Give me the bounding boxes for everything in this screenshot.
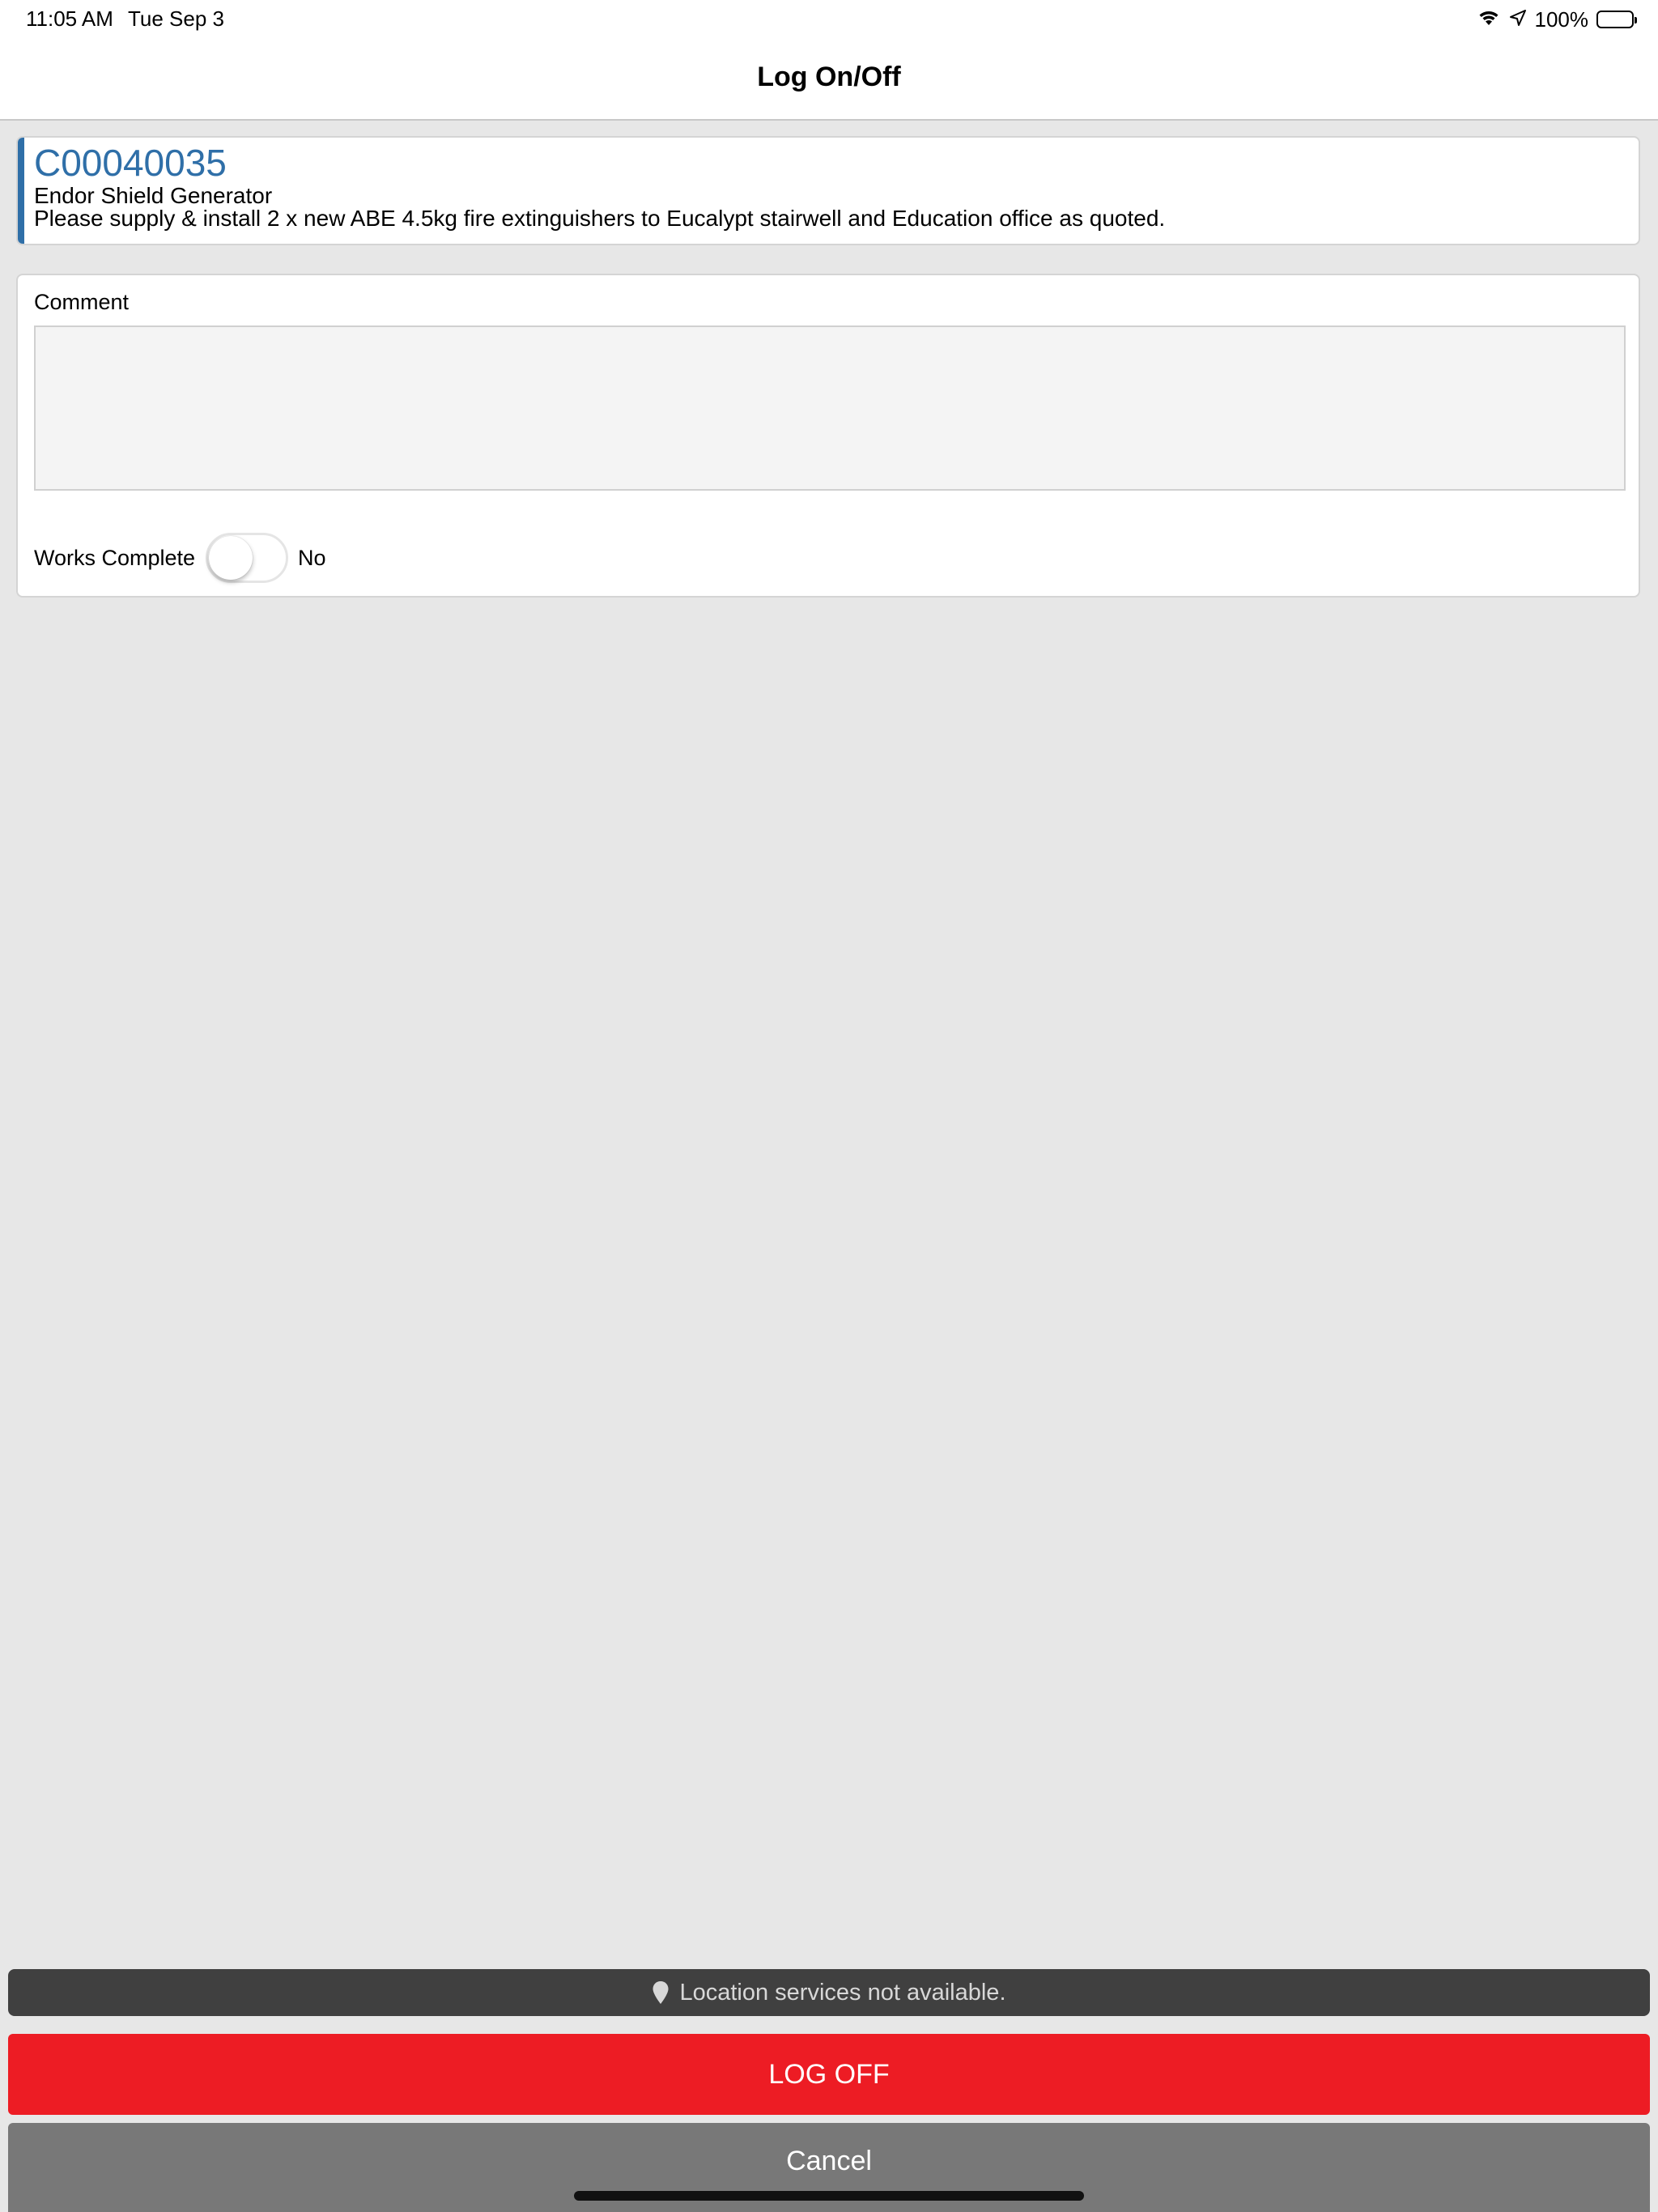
page-title: Log On/Off: [757, 62, 901, 92]
wifi-icon: [1477, 7, 1501, 32]
battery-icon: [1596, 11, 1637, 28]
location-status-text: Location services not available.: [679, 1979, 1006, 2006]
toggle-knob: [209, 536, 253, 580]
map-pin-icon: [652, 1980, 670, 2005]
nav-bar: Log On/Off: [0, 39, 1658, 121]
job-code: C00040035: [34, 142, 227, 184]
home-indicator: [574, 2191, 1084, 2201]
comment-card: Comment Works Complete No: [16, 274, 1640, 598]
status-date: Tue Sep 3: [128, 6, 225, 31]
status-indicators: 100%: [1477, 6, 1637, 32]
works-complete-label: Works Complete: [34, 546, 196, 570]
job-card: C00040035 Endor Shield Generator Please …: [16, 136, 1640, 245]
job-description: Please supply & install 2 x new ABE 4.5k…: [34, 206, 1166, 231]
comment-input[interactable]: [34, 325, 1626, 491]
location-status-banner: Location services not available.: [8, 1969, 1650, 2016]
works-complete-value: No: [298, 546, 326, 570]
location-arrow-icon: [1509, 7, 1527, 32]
log-off-button[interactable]: LOG OFF: [8, 2034, 1650, 2115]
status-time: 11:05 AM: [26, 6, 113, 31]
battery-percent: 100%: [1534, 6, 1589, 32]
works-complete-toggle[interactable]: [206, 533, 288, 583]
comment-label: Comment: [34, 290, 130, 314]
status-bar: 11:05 AM Tue Sep 3 100%: [0, 0, 1658, 39]
job-accent-bar: [18, 138, 24, 244]
